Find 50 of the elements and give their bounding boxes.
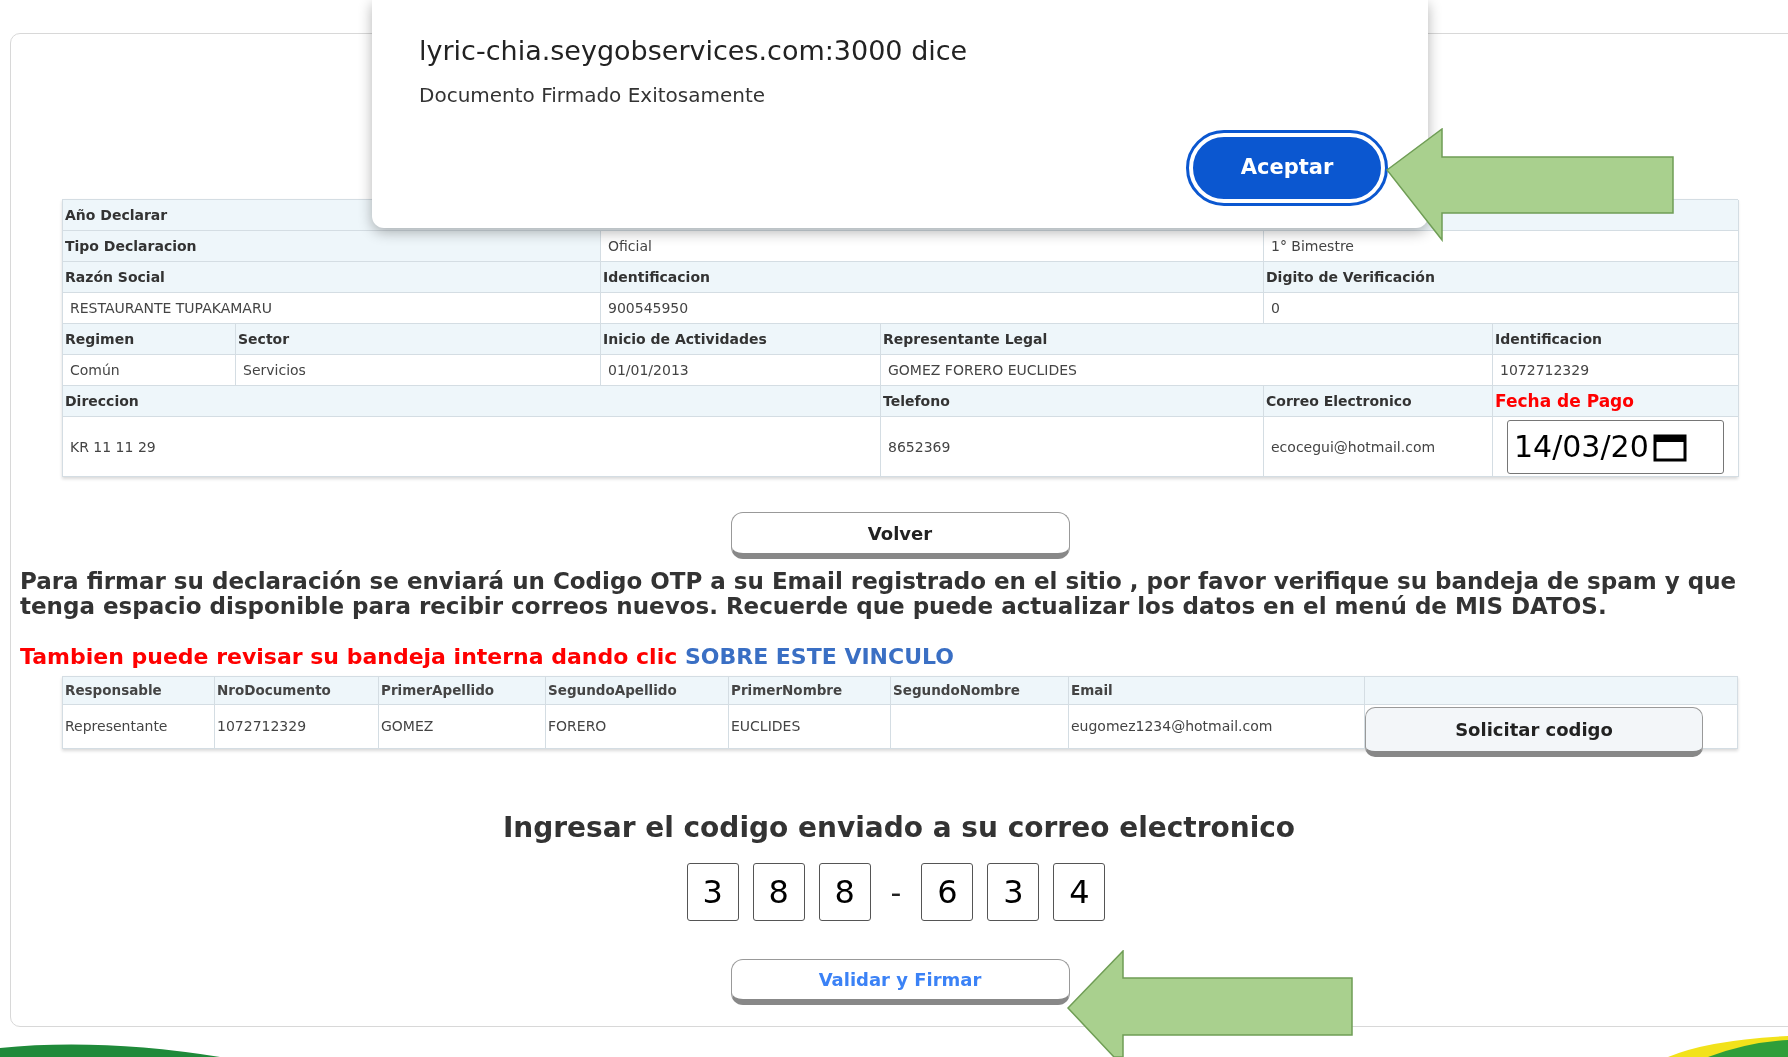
table-cell: Servicios <box>236 355 601 386</box>
back-button[interactable]: Volver <box>730 512 1070 559</box>
code-digit-field[interactable]: 6 <box>921 863 974 921</box>
code-digit-field[interactable]: 8 <box>752 863 805 921</box>
date-field[interactable]: 14/03/20 <box>1507 419 1724 474</box>
table-header-cell: Inicio de Actividades <box>601 324 881 355</box>
table-cell: Común <box>63 355 236 386</box>
table-cell: GOMEZ FORERO EUCLIDES <box>881 355 1493 386</box>
table-cell: 900545950 <box>601 293 1264 324</box>
table-cell: Representante <box>63 705 215 749</box>
table-cell: GOMEZ <box>379 705 546 749</box>
notice-text: Tambien puede revisar su bandeja interna dando clic SOBRE ESTE VINCULO <box>20 644 955 670</box>
instructions-text: Para firmar su declaración se enviará un Codigo OTP a su Email registrado en el sitio , por favor verifique su bandeja de spam y que tenga espacio disponible para recibir correos nuevos. Recuerde que puede actualizar los datos en el menú de MIS DATOS. <box>20 569 1738 619</box>
table-cell: 01/01/2013 <box>601 355 881 386</box>
table-cell: EUCLIDES <box>729 705 891 749</box>
table-header-cell: Direccion <box>63 386 881 417</box>
dialog-message: Documento Firmado Exitosamente <box>419 82 767 109</box>
table-header-cell: Regimen <box>63 324 236 355</box>
code-digit-field[interactable]: 8 <box>818 863 871 921</box>
table-header-cell: Representante Legal <box>881 324 1493 355</box>
table-header-cell: Correo Electronico <box>1264 386 1493 417</box>
code-digit-field[interactable]: 4 <box>1053 863 1106 921</box>
link[interactable]: SOBRE ESTE VINCULO <box>684 644 954 669</box>
table-cell: FORERO <box>546 705 729 749</box>
separator: - <box>889 873 903 912</box>
table-cell: eugomez1234@hotmail.com <box>1069 705 1365 749</box>
sign-button[interactable]: Validar y Firmar <box>730 959 1070 1005</box>
table-cell: 1072712329 <box>1493 355 1739 386</box>
table-header-cell: Fecha de Pago <box>1493 386 1739 417</box>
table-header-cell: Identificacion <box>1493 324 1739 355</box>
table-header-cell: Digito de Verificación <box>1264 262 1739 293</box>
table-header-cell: Telefono <box>881 386 1264 417</box>
table-header-cell: Sector <box>236 324 601 355</box>
table-header-cell: Tipo Declaracion <box>63 231 601 262</box>
dialog-title: lyric-chia.seygobservices.com:3000 dice <box>419 34 969 68</box>
code-digit-field[interactable]: 3 <box>987 863 1040 921</box>
code-heading: Ingresar el codigo enviado a su correo electronico <box>501 810 1297 846</box>
table-cell: Oficial <box>601 231 1264 262</box>
table-cell: KR 11 11 29 <box>63 417 881 477</box>
code-digit-field[interactable]: 3 <box>686 863 739 921</box>
table-cell: 8652369 <box>881 417 1264 477</box>
table-cell: 0 <box>1264 293 1739 324</box>
table-header-cell: Identificacion <box>601 262 1264 293</box>
table-cell: RESTAURANTE TUPAKAMARU <box>63 293 601 324</box>
accept-button[interactable]: Aceptar <box>1189 133 1385 203</box>
table-header-cell: Razón Social <box>63 262 601 293</box>
request-code-button[interactable]: Solicitar codigo <box>1365 707 1703 757</box>
table-cell: 1072712329 <box>215 705 379 749</box>
table-cell: ecocegui@hotmail.com <box>1264 417 1493 477</box>
table-cell: 1° Bimestre <box>1264 231 1739 262</box>
